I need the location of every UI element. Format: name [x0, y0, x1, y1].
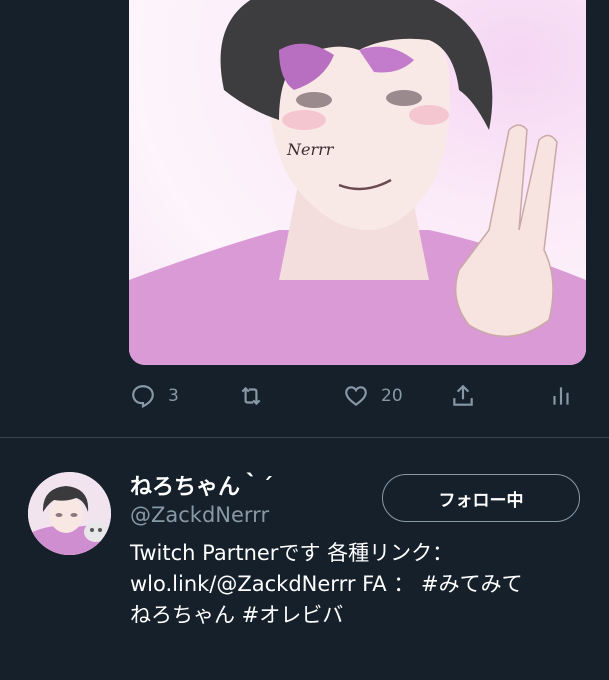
reply-count: 3 — [168, 386, 179, 406]
like-count: 20 — [381, 386, 403, 406]
share-button[interactable] — [450, 378, 476, 414]
like-button[interactable]: 20 — [343, 378, 403, 414]
profile-bio: Twitch Partnerです 各種リンク： wlo.link/@ZackdN… — [130, 538, 590, 631]
divider — [0, 437, 609, 438]
tweet-image[interactable]: Nerrr — [129, 0, 586, 365]
bio-line[interactable]: ねろちゃん #オレビバ — [130, 603, 343, 627]
heart-icon — [345, 386, 367, 407]
analytics-button[interactable] — [548, 378, 574, 414]
display-name[interactable]: ねろちゃん｀´ — [130, 469, 273, 501]
share-icon — [453, 384, 473, 406]
tweet-action-bar: 3 20 — [0, 378, 609, 414]
avatar[interactable] — [28, 472, 111, 555]
bio-line: Twitch Partnerです 各種リンク： — [130, 541, 454, 565]
avatar-image — [28, 472, 111, 555]
illustration: Nerrr — [129, 0, 586, 365]
bio-line[interactable]: wlo.link/@ZackdNerrr FA ： #みてみて — [130, 572, 523, 596]
reply-button[interactable]: 3 — [130, 378, 179, 414]
retweet-icon — [241, 386, 261, 406]
following-button[interactable]: フォロー中 — [382, 474, 580, 522]
analytics-icon — [553, 387, 569, 405]
reply-icon — [132, 385, 154, 409]
user-handle[interactable]: @ZackdNerrr — [130, 503, 269, 527]
retweet-button[interactable] — [238, 378, 276, 414]
signature-text: Nerrr — [286, 140, 335, 159]
